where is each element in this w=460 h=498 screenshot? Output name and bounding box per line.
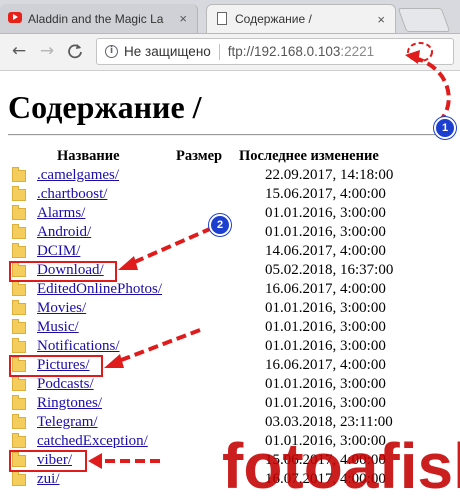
table-row: Download/05.02.2018, 16:37:00 — [0, 262, 460, 281]
table-row: EditedOnlinePhotos/16.06.2017, 4:00:00 — [0, 281, 460, 300]
folder-link[interactable]: zui/ — [37, 471, 60, 488]
table-row: catchedException/01.01.2016, 3:00:00 — [0, 433, 460, 452]
folder-link[interactable]: Movies/ — [37, 300, 86, 317]
folder-link[interactable]: DCIM/ — [37, 243, 80, 260]
table-row: Ringtones/01.01.2016, 3:00:00 — [0, 395, 460, 414]
modified-date: 01.01.2016, 3:00:00 — [265, 338, 386, 354]
folder-icon — [12, 224, 26, 239]
modified-date: 05.02.2018, 16:37:00 — [265, 262, 394, 278]
folder-icon — [12, 338, 26, 353]
folder-link[interactable]: Telegram/ — [37, 414, 98, 431]
modified-date: 01.01.2016, 3:00:00 — [265, 395, 386, 411]
folder-link[interactable]: Notifications/ — [37, 338, 120, 355]
folder-link[interactable]: EditedOnlinePhotos/ — [37, 281, 162, 298]
close-icon[interactable]: × — [377, 12, 385, 27]
table-row: .camelgames/22.09.2017, 14:18:00 — [0, 167, 460, 186]
reload-icon — [68, 44, 82, 59]
folder-link[interactable]: .camelgames/ — [37, 167, 119, 184]
folder-icon — [12, 452, 26, 467]
badge-1: 1 — [434, 117, 456, 139]
column-header-size[interactable]: Размер — [176, 148, 222, 165]
folder-link[interactable]: Music/ — [37, 319, 79, 336]
folder-link[interactable]: Download/ — [37, 262, 104, 279]
folder-icon — [12, 281, 26, 296]
folder-link[interactable]: .chartboost/ — [37, 186, 107, 203]
folder-icon — [12, 395, 26, 410]
divider — [8, 134, 452, 136]
reload-icon[interactable] — [64, 40, 86, 62]
browser-toolbar: ← → i Не защищено ftp://192.168.0.103:22… — [0, 34, 460, 71]
url-host: ftp://192.168.0.103 — [227, 44, 341, 59]
forward-arrow-icon[interactable]: → — [36, 40, 58, 62]
tab-contents[interactable]: Содержание / × — [206, 4, 396, 33]
table-row: Podcasts/01.01.2016, 3:00:00 — [0, 376, 460, 395]
tab-title: Aladdin and the Magic La — [28, 11, 164, 26]
tab-aladdin[interactable]: Aladdin and the Magic La × — [0, 4, 198, 33]
tab-strip: Aladdin and the Magic La × Содержание / … — [0, 0, 460, 34]
badge-2: 2 — [209, 214, 231, 236]
table-row: viber/15.06.2017, 4:00:00 — [0, 452, 460, 471]
folder-icon — [12, 205, 26, 220]
folder-link[interactable]: Pictures/ — [37, 357, 90, 374]
folder-icon — [12, 186, 26, 201]
address-bar[interactable]: i Не защищено ftp://192.168.0.103:2221 — [96, 38, 454, 65]
folder-link[interactable]: Android/ — [37, 224, 91, 241]
table-row: Pictures/16.06.2017, 4:00:00 — [0, 357, 460, 376]
tab-title: Содержание / — [235, 12, 312, 26]
folder-link[interactable]: viber/ — [37, 452, 72, 469]
modified-date: 01.01.2016, 3:00:00 — [265, 300, 386, 316]
url-port: :2221 — [340, 44, 375, 59]
table-row: .chartboost/15.06.2017, 4:00:00 — [0, 186, 460, 205]
folder-icon — [12, 376, 26, 391]
modified-date: 01.01.2016, 3:00:00 — [265, 205, 386, 221]
table-row: DCIM/14.06.2017, 4:00:00 — [0, 243, 460, 262]
modified-date: 14.06.2017, 4:00:00 — [265, 243, 386, 259]
table-row: Movies/01.01.2016, 3:00:00 — [0, 300, 460, 319]
modified-date: 22.09.2017, 14:18:00 — [265, 167, 394, 183]
page-title: Содержание / — [8, 89, 202, 125]
modified-date: 01.01.2016, 3:00:00 — [265, 224, 386, 240]
folder-link[interactable]: Ringtones/ — [37, 395, 102, 412]
folder-link[interactable]: Podcasts/ — [37, 376, 94, 393]
folder-icon — [12, 319, 26, 334]
modified-date: 15.06.2017, 4:00:00 — [265, 186, 386, 202]
modified-date: 03.03.2018, 23:11:00 — [265, 414, 393, 430]
folder-icon — [12, 167, 26, 182]
column-header-name[interactable]: Название — [57, 148, 120, 165]
folder-icon — [12, 300, 26, 315]
modified-date: 16.06.2017, 4:00:00 — [265, 281, 386, 297]
youtube-icon — [8, 12, 22, 23]
folder-icon — [12, 357, 26, 372]
folder-icon — [12, 243, 26, 258]
modified-date: 16.06.2017, 4:00:00 — [265, 357, 386, 373]
column-header-modified[interactable]: Последнее изменение — [239, 148, 379, 165]
document-icon — [217, 12, 227, 25]
close-icon[interactable]: × — [179, 11, 187, 26]
table-row: zui/16.07.2017, 4:00:00 — [0, 471, 460, 490]
folder-icon — [12, 414, 26, 429]
info-icon[interactable]: i — [105, 45, 118, 58]
modified-date: 01.01.2016, 3:00:00 — [265, 319, 386, 335]
folder-link[interactable]: Alarms/ — [37, 205, 85, 222]
table-row: Music/01.01.2016, 3:00:00 — [0, 319, 460, 338]
back-arrow-icon[interactable]: ← — [8, 40, 30, 62]
modified-date: 15.06.2017, 4:00:00 — [265, 452, 386, 468]
folder-link[interactable]: catchedException/ — [37, 433, 148, 450]
new-tab-button[interactable] — [397, 8, 451, 32]
modified-date: 16.07.2017, 4:00:00 — [265, 471, 386, 487]
modified-date: 01.01.2016, 3:00:00 — [265, 433, 386, 449]
folder-icon — [12, 262, 26, 277]
table-row: Notifications/01.01.2016, 3:00:00 — [0, 338, 460, 357]
divider — [218, 43, 220, 60]
folder-icon — [12, 471, 26, 486]
table-row: Telegram/03.03.2018, 23:11:00 — [0, 414, 460, 433]
modified-date: 01.01.2016, 3:00:00 — [265, 376, 386, 392]
folder-icon — [12, 433, 26, 448]
security-label: Не защищено — [124, 44, 211, 59]
